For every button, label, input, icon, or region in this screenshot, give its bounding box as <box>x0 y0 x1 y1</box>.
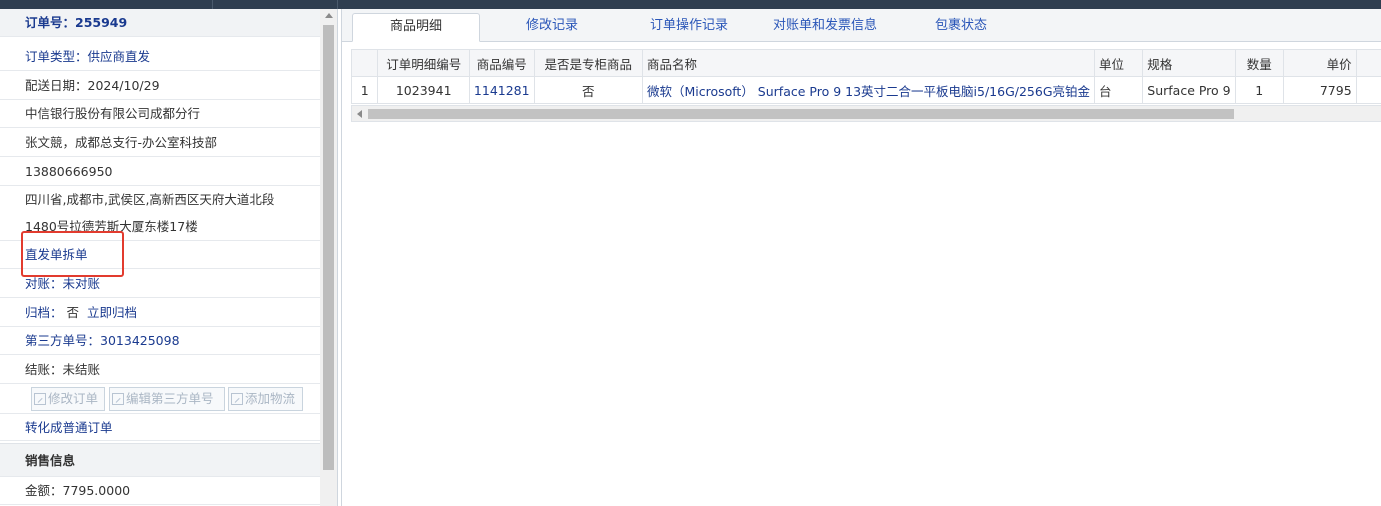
cell-product-name-link[interactable]: 微软（Microsoft） Surface Pro 9 13英寸二合一平板电脑i… <box>641 76 1096 104</box>
third-party-row: 第三方单号：3013425098 <box>0 327 320 355</box>
archive-label: 归档： <box>25 305 63 320</box>
order-number: 订单号：255949 <box>25 15 128 30</box>
column-header-is-counter[interactable]: 是否是专柜商品 <box>533 49 643 77</box>
cell-quantity: 1 <box>1234 76 1284 104</box>
cell-filler <box>1355 76 1381 104</box>
order-number-header: 订单号：255949 <box>0 9 320 37</box>
third-party-number: 3013425098 <box>100 333 180 348</box>
highlight-box <box>21 231 124 277</box>
scrollbar-thumb[interactable] <box>368 109 1234 119</box>
reconcile-label: 对账： <box>25 276 63 291</box>
tab-order-operation-log[interactable]: 订单操作记录 <box>627 13 751 41</box>
archive-now-link[interactable]: 立即归档 <box>87 305 137 320</box>
modify-order-button[interactable]: 修改订单 <box>31 387 105 411</box>
address-line-1: 四川省,成都市,武侯区,高新西区天府大道北段 <box>25 192 275 207</box>
contact-person: 张文競，成都总支行-办公室科技部 <box>0 129 320 157</box>
order-type-row: 订单类型：供应商直发 <box>0 43 320 71</box>
top-navigation-bar <box>0 0 1381 9</box>
cell-detail-id: 1023941 <box>377 76 470 104</box>
column-header-filler <box>1355 49 1381 77</box>
tab-product-details[interactable]: 商品明细 <box>352 13 480 42</box>
column-header-unit[interactable]: 单位 <box>1094 49 1144 77</box>
cell-is-counter: 否 <box>533 76 643 104</box>
archive-value: 否 <box>66 305 80 320</box>
column-header-product-id[interactable]: 商品编号 <box>468 49 535 77</box>
reconcile-status: 未对账 <box>62 276 101 291</box>
tab-package-status[interactable]: 包裹状态 <box>908 13 1014 41</box>
table-row[interactable]: 1 1023941 1141281 否 微软（Microsoft） Surfac… <box>350 76 1381 104</box>
settle-label: 结账： <box>25 362 63 377</box>
table-header-row: 订单明细编号 商品编号 是否是专柜商品 商品名称 单位 规格 数量 单价 <box>350 49 1381 77</box>
scroll-up-arrow-icon[interactable] <box>325 13 333 18</box>
topbar-divider <box>212 0 213 9</box>
order-type-value: 供应商直发 <box>87 49 151 64</box>
cell-product-id-link[interactable]: 1141281 <box>468 76 535 104</box>
cell-unit: 台 <box>1094 76 1144 104</box>
column-header-unit-price[interactable]: 单价 <box>1282 49 1357 77</box>
cell-unit-price: 7795 <box>1282 76 1357 104</box>
cell-row-number: 1 <box>350 76 379 104</box>
delivery-date: 配送日期：2024/10/29 <box>0 72 320 100</box>
detail-tabs: 商品明细 修改记录 订单操作记录 对账单和发票信息 包裹状态 <box>342 9 1381 42</box>
detail-panel: 商品明细 修改记录 订单操作记录 对账单和发票信息 包裹状态 订单明细编号 商品… <box>341 9 1381 506</box>
archive-row: 归档：否 立即归档 <box>0 299 320 327</box>
settle-row: 结账：未结账 <box>0 356 320 384</box>
sales-info-title: 销售信息 <box>25 453 76 468</box>
third-party-label: 第三方单号： <box>25 333 101 348</box>
company-name: 中信银行股份有限公司成都分行 <box>0 100 320 128</box>
scrollbar-thumb[interactable] <box>323 25 334 470</box>
add-logistics-label: 添加物流 <box>245 391 296 406</box>
table-horizontal-scrollbar[interactable] <box>351 105 1381 122</box>
edit-icon <box>231 393 243 405</box>
product-detail-table: 订单明细编号 商品编号 是否是专柜商品 商品名称 单位 规格 数量 单价 1 1… <box>350 49 1381 104</box>
tab-modification-log[interactable]: 修改记录 <box>492 13 612 41</box>
contact-phone: 13880666950 <box>0 158 320 186</box>
sales-amount: 金额：7795.0000 <box>0 477 320 505</box>
edit-icon <box>34 393 46 405</box>
topbar-divider <box>337 0 338 9</box>
scroll-left-arrow-icon[interactable] <box>357 110 362 118</box>
cell-spec: Surface Pro 9 <box>1142 76 1236 104</box>
add-logistics-button[interactable]: 添加物流 <box>228 387 303 411</box>
edit-third-party-label: 编辑第三方单号 <box>126 391 214 406</box>
settle-status: 未结账 <box>62 362 101 377</box>
tab-statement-invoice[interactable]: 对账单和发票信息 <box>760 13 890 41</box>
edit-icon <box>112 393 124 405</box>
column-header-row-number <box>350 49 379 77</box>
order-type-label: 订单类型： <box>25 49 88 64</box>
sales-info-header: 销售信息 <box>0 443 320 477</box>
column-header-product-name[interactable]: 商品名称 <box>641 49 1096 77</box>
column-header-spec[interactable]: 规格 <box>1142 49 1236 77</box>
order-info-panel: 订单号：255949 订单类型：供应商直发 配送日期：2024/10/29 中信… <box>0 9 338 506</box>
column-header-detail-id[interactable]: 订单明细编号 <box>377 49 470 77</box>
modify-order-label: 修改订单 <box>48 391 99 406</box>
column-header-quantity[interactable]: 数量 <box>1234 49 1284 77</box>
left-panel-scrollbar[interactable] <box>320 9 337 506</box>
convert-to-normal-order-link[interactable]: 转化成普通订单 <box>25 420 113 435</box>
edit-third-party-button[interactable]: 编辑第三方单号 <box>109 387 225 411</box>
convert-order-row: 转化成普通订单 <box>0 413 320 441</box>
